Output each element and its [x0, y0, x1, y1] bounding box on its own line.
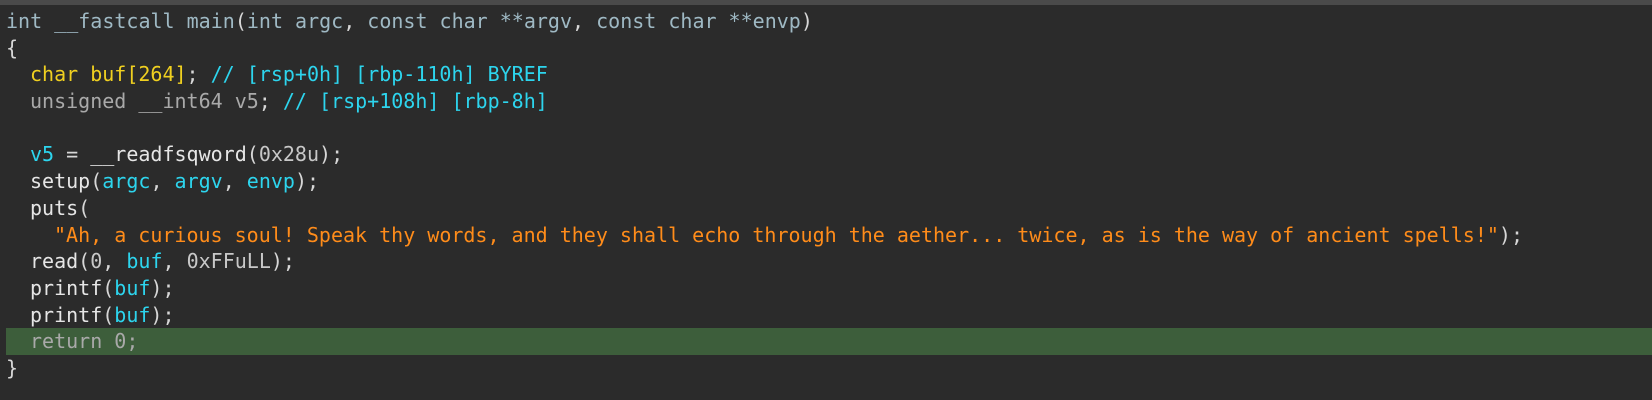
pseudocode-window: int __fastcall main(int argc, const char…: [0, 0, 1652, 400]
call-read[interactable]: read: [30, 249, 78, 273]
arg-buf[interactable]: buf: [126, 249, 162, 273]
param-envp[interactable]: envp: [753, 9, 801, 33]
code-line[interactable]: read(0, buf, 0xFFuLL);: [6, 248, 1652, 275]
arg-buf[interactable]: buf: [114, 276, 150, 300]
code-line[interactable]: }: [6, 355, 1652, 382]
param-argv[interactable]: argv: [524, 9, 572, 33]
call-puts[interactable]: puts: [30, 196, 78, 220]
decl-comment: // [rsp+0h] [rbp-110h] BYREF: [210, 62, 548, 87]
return-type: int: [6, 9, 43, 33]
close-brace: }: [6, 355, 19, 380]
code-line-blank[interactable]: [6, 115, 1652, 142]
string-literal[interactable]: "Ah, a curious soul! Speak thy words, an…: [54, 223, 1499, 247]
numeric-literal: 0: [114, 329, 127, 354]
window-top-border: [0, 0, 1652, 5]
arg-argc[interactable]: argc: [102, 169, 150, 193]
numeric-literal: 0x28u: [258, 142, 320, 167]
code-line[interactable]: setup(argc, argv, envp);: [6, 168, 1652, 195]
arg-argv[interactable]: argv: [175, 169, 223, 193]
var-v5-decl[interactable]: v5: [235, 89, 259, 113]
code-line-decl-buf[interactable]: char buf[264]; // [rsp+0h] [rbp-110h] BY…: [6, 61, 1652, 88]
code-line[interactable]: v5 = __readfsqword(0x28u);: [6, 141, 1652, 168]
code-line[interactable]: puts(: [6, 195, 1652, 222]
calling-convention: __fastcall: [54, 9, 175, 33]
code-line-current[interactable]: return 0;: [6, 328, 1652, 355]
param-type: const char **: [596, 9, 753, 33]
code-line-signature[interactable]: int __fastcall main(int argc, const char…: [6, 8, 1652, 35]
code-line[interactable]: "Ah, a curious soul! Speak thy words, an…: [6, 222, 1652, 249]
pseudocode-view[interactable]: int __fastcall main(int argc, const char…: [6, 8, 1652, 382]
code-line[interactable]: printf(buf);: [6, 302, 1652, 329]
decl-type: char: [30, 62, 79, 87]
numeric-literal: 0: [90, 249, 103, 274]
call-readfsqword[interactable]: __readfsqword: [90, 142, 247, 166]
numeric-literal: 0xFFuLL: [186, 249, 271, 274]
code-line[interactable]: {: [6, 35, 1652, 62]
param-type: const char **: [367, 9, 524, 33]
decl-comment: // [rsp+108h] [rbp-8h]: [282, 89, 548, 114]
function-name[interactable]: main: [187, 9, 235, 33]
code-line[interactable]: printf(buf);: [6, 275, 1652, 302]
param-type: int: [246, 9, 283, 33]
call-printf[interactable]: printf: [30, 303, 102, 327]
param-argc[interactable]: argc: [295, 9, 343, 33]
call-setup[interactable]: setup: [30, 169, 90, 193]
open-brace: {: [6, 35, 19, 60]
call-printf[interactable]: printf: [30, 276, 102, 300]
return-keyword: return: [30, 329, 103, 354]
arg-buf[interactable]: buf: [114, 303, 150, 327]
decl-type: unsigned __int64: [30, 89, 223, 114]
var-buf-decl[interactable]: buf[264]: [90, 62, 186, 86]
code-line-decl-v5[interactable]: unsigned __int64 v5; // [rsp+108h] [rbp-…: [6, 88, 1652, 115]
var-v5[interactable]: v5: [30, 142, 54, 166]
arg-envp[interactable]: envp: [247, 169, 295, 193]
